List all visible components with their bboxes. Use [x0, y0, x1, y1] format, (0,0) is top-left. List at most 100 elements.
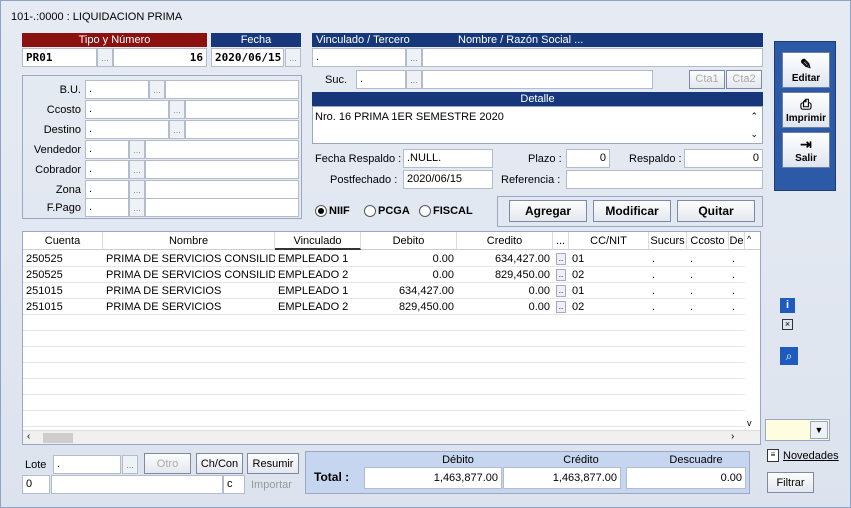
tercero-header: Vinculado / Tercero Nombre / Razón Socia…: [312, 33, 763, 47]
tipo-lookup-button[interactable]: ...: [97, 48, 113, 67]
bu-input[interactable]: .: [85, 80, 149, 99]
lote-lookup-button[interactable]: ...: [122, 455, 138, 474]
salir-button[interactable]: ⇥ Salir: [782, 132, 830, 168]
agregar-button[interactable]: Agregar: [509, 200, 587, 222]
row-lookup-button[interactable]: ..: [556, 301, 566, 313]
referencia-input[interactable]: [566, 170, 763, 189]
detalle-text: Nro. 16 PRIMA 1ER SEMESTRE 2020: [315, 111, 504, 123]
file-input[interactable]: [51, 475, 223, 494]
row-lookup-button[interactable]: ..: [556, 285, 566, 297]
respaldo-input[interactable]: 0: [684, 149, 763, 168]
fpago-input[interactable]: .: [85, 198, 129, 217]
chevron-down-icon[interactable]: ⌄: [750, 129, 758, 140]
totals-panel: Débito Crédito Descuadre Total : 1,463,8…: [305, 451, 750, 494]
debito-total-header: Débito: [442, 454, 474, 466]
cta1-button[interactable]: Cta1: [689, 70, 725, 89]
niif-radio[interactable]: [315, 205, 327, 217]
suc-input[interactable]: .: [356, 70, 406, 89]
search-icon[interactable]: ⌕: [780, 347, 798, 365]
scroll-thumb[interactable]: [43, 433, 73, 443]
checkbox-icon[interactable]: ×: [782, 319, 793, 330]
col-de[interactable]: De: [729, 232, 745, 250]
bu-label: B.U.: [59, 84, 81, 96]
cell-debito: 829,450.00: [398, 301, 454, 313]
scroll-up-icon[interactable]: ^: [747, 234, 751, 244]
table-row[interactable]: 250525 PRIMA DE SERVICIOS CONSILIDAD EMP…: [23, 251, 745, 267]
zona-lookup-button[interactable]: ...: [129, 180, 145, 199]
col-debito[interactable]: Debito: [361, 232, 457, 250]
detalle-textarea[interactable]: Nro. 16 PRIMA 1ER SEMESTRE 2020 ⌃ ⌄: [312, 106, 763, 144]
destino-input[interactable]: .: [85, 120, 169, 139]
vinculado-header: Vinculado / Tercero: [316, 34, 410, 46]
cobrador-input[interactable]: .: [85, 160, 129, 179]
row-lookup-button[interactable]: ..: [556, 253, 566, 265]
cobrador-lookup-button[interactable]: ...: [129, 160, 145, 179]
cta2-button[interactable]: Cta2: [726, 70, 762, 89]
empty-row: [23, 411, 745, 427]
fecha-respaldo-input[interactable]: .NULL.: [403, 149, 493, 168]
col-cuenta[interactable]: Cuenta: [23, 232, 103, 250]
plazo-input[interactable]: 0: [566, 149, 610, 168]
lote-input[interactable]: .: [53, 455, 121, 474]
movements-grid[interactable]: Cuenta Nombre Vinculado Debito Credito .…: [22, 231, 761, 445]
col-credito[interactable]: Credito: [457, 232, 553, 250]
quitar-button[interactable]: Quitar: [677, 200, 755, 222]
info-icon[interactable]: i: [780, 298, 795, 313]
horizontal-scrollbar[interactable]: ‹ ›: [23, 430, 760, 444]
fpago-lookup-button[interactable]: ...: [129, 198, 145, 217]
ccosto-input[interactable]: .: [85, 100, 169, 119]
suc-lookup-button[interactable]: ...: [406, 70, 422, 89]
chcon-button[interactable]: Ch/Con: [196, 453, 243, 474]
modificar-button[interactable]: Modificar: [593, 200, 671, 222]
col-sucurs[interactable]: Sucurs: [649, 232, 687, 250]
col-dots[interactable]: ...: [553, 232, 569, 250]
otro-button[interactable]: Otro: [144, 453, 191, 474]
grid-header: Cuenta Nombre Vinculado Debito Credito .…: [23, 232, 760, 250]
main-window: 101-.:0000 : LIQUIDACION PRIMA Tipo y Nú…: [0, 0, 851, 508]
filter-combo[interactable]: ▼: [765, 419, 830, 441]
col-vinculado[interactable]: Vinculado: [275, 232, 361, 250]
resumir-button[interactable]: Resumir: [247, 453, 299, 474]
table-row[interactable]: 250525 PRIMA DE SERVICIOS CONSILIDAD EMP…: [23, 267, 745, 283]
tipo-input[interactable]: PR01: [22, 48, 97, 67]
descuadre-header: Descuadre: [669, 454, 723, 466]
fpago-label: F.Pago: [46, 202, 81, 214]
vendedor-lookup-button[interactable]: ...: [129, 140, 145, 159]
fiscal-radio[interactable]: [419, 205, 431, 217]
zona-label: Zona: [55, 184, 81, 196]
cell-ccosto: .: [690, 285, 694, 297]
vinculado-input[interactable]: .: [312, 48, 406, 67]
scroll-left-icon[interactable]: ‹: [27, 431, 30, 442]
destino-lookup-button[interactable]: ...: [169, 120, 185, 139]
scroll-right-icon[interactable]: ›: [731, 431, 734, 442]
editar-button[interactable]: ✎ Editar: [782, 52, 830, 88]
fecha-header: Fecha: [211, 33, 301, 47]
nombre-header: Nombre / Razón Social ...: [458, 34, 584, 46]
fecha-input[interactable]: 2020/06/15: [211, 48, 284, 67]
counter-input[interactable]: 0: [22, 475, 50, 494]
col-ccnit[interactable]: CC/NIT: [569, 232, 649, 250]
filtrar-button[interactable]: Filtrar: [767, 472, 814, 493]
table-row[interactable]: 251015 PRIMA DE SERVICIOS EMPLEADO 2 829…: [23, 299, 745, 315]
postfechado-input[interactable]: 2020/06/15: [403, 170, 493, 189]
imprimir-button[interactable]: ⎙ Imprimir: [782, 92, 830, 128]
bu-lookup-button[interactable]: ...: [149, 80, 165, 99]
fecha-picker-button[interactable]: ...: [285, 48, 301, 67]
cobrador-name-field: [145, 160, 299, 179]
numero-input[interactable]: 16: [113, 48, 207, 67]
pcga-radio[interactable]: [364, 205, 376, 217]
table-row[interactable]: 251015 PRIMA DE SERVICIOS EMPLEADO 1 634…: [23, 283, 745, 299]
empty-row: [23, 331, 745, 347]
cell-vinculado: EMPLEADO 1: [278, 253, 349, 265]
col-nombre[interactable]: Nombre: [103, 232, 275, 250]
chevron-up-icon[interactable]: ⌃: [750, 111, 758, 122]
vendedor-input[interactable]: .: [85, 140, 129, 159]
col-ccosto[interactable]: Ccosto: [687, 232, 729, 250]
scroll-down-icon[interactable]: v: [747, 418, 752, 428]
vinculado-lookup-button[interactable]: ...: [406, 48, 422, 67]
row-lookup-button[interactable]: ..: [556, 269, 566, 281]
chevron-down-icon[interactable]: ▼: [810, 421, 828, 439]
importar-label[interactable]: Importar: [251, 479, 292, 491]
zona-input[interactable]: .: [85, 180, 129, 199]
ccosto-lookup-button[interactable]: ...: [169, 100, 185, 119]
